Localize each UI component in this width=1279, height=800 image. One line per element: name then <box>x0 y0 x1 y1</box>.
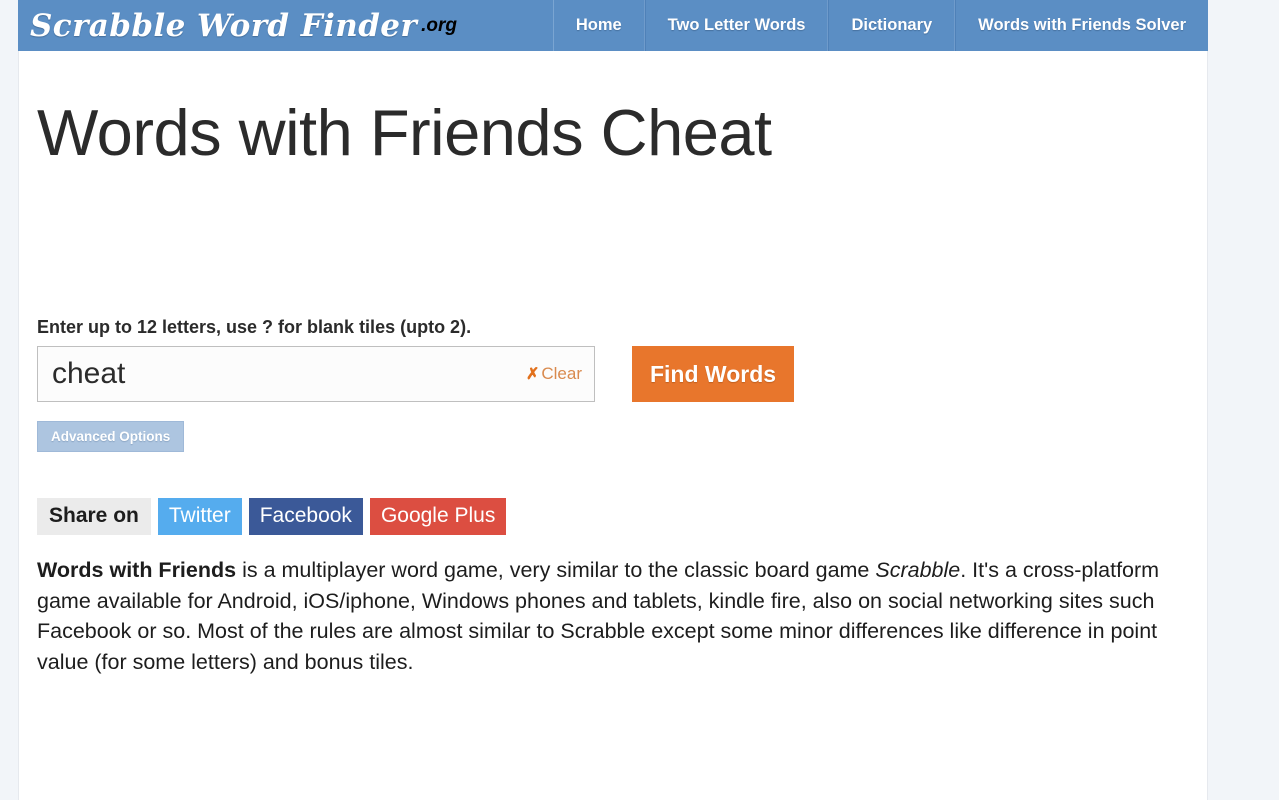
intro-emphasis: Scrabble <box>875 558 961 583</box>
logo-wordmark: Scrabble Word Finder <box>30 7 418 44</box>
nav-item-home[interactable]: Home <box>554 0 645 51</box>
ad-slot <box>37 167 1189 317</box>
nav-item-words-with-friends-solver[interactable]: Words with Friends Solver <box>955 0 1208 51</box>
page: Scrabble Word Finder .org Home Two Letter… <box>0 0 1279 800</box>
letters-input-label: Enter up to 12 letters, use ? for blank … <box>37 317 472 338</box>
share-twitter-button[interactable]: Twitter <box>157 498 242 536</box>
find-words-button[interactable]: Find Words <box>632 346 794 403</box>
share-on-label: Share on <box>37 498 151 536</box>
clear-button[interactable]: ✗ Clear <box>526 364 582 384</box>
nav-item-dictionary[interactable]: Dictionary <box>828 0 956 51</box>
share-google-plus-button[interactable]: Google Plus <box>369 498 507 536</box>
nav-item-two-letter-words[interactable]: Two Letter Words <box>644 0 829 51</box>
intro-lead: Words with Friends <box>37 558 237 583</box>
site-header: Scrabble Word Finder .org Home Two Letter… <box>18 0 1208 51</box>
main-content: Words with Friends Cheat Enter up to 12 … <box>18 51 1208 800</box>
logo-tld: .org <box>421 14 458 36</box>
site-logo[interactable]: Scrabble Word Finder .org <box>18 0 554 51</box>
page-title: Words with Friends Cheat <box>37 96 772 169</box>
letters-input[interactable] <box>38 347 494 402</box>
share-facebook-button[interactable]: Facebook <box>248 498 363 536</box>
letters-input-shell[interactable]: ✗Clear <box>37 346 595 403</box>
close-icon: ✗ <box>525 366 540 384</box>
advanced-options-button[interactable]: Advanced Options <box>37 421 185 453</box>
clear-label: Clear <box>541 364 582 384</box>
search-row: ✗Clear Find Words <box>37 346 1189 403</box>
intro-paragraph: Words with Friends is a multiplayer word… <box>37 555 1187 677</box>
main-nav: Home Two Letter Words Dictionary Words w… <box>554 0 1208 51</box>
intro-part1: is a multiplayer word game, very similar… <box>236 558 876 583</box>
share-row: Share on Twitter Facebook Google Plus <box>37 498 1189 536</box>
